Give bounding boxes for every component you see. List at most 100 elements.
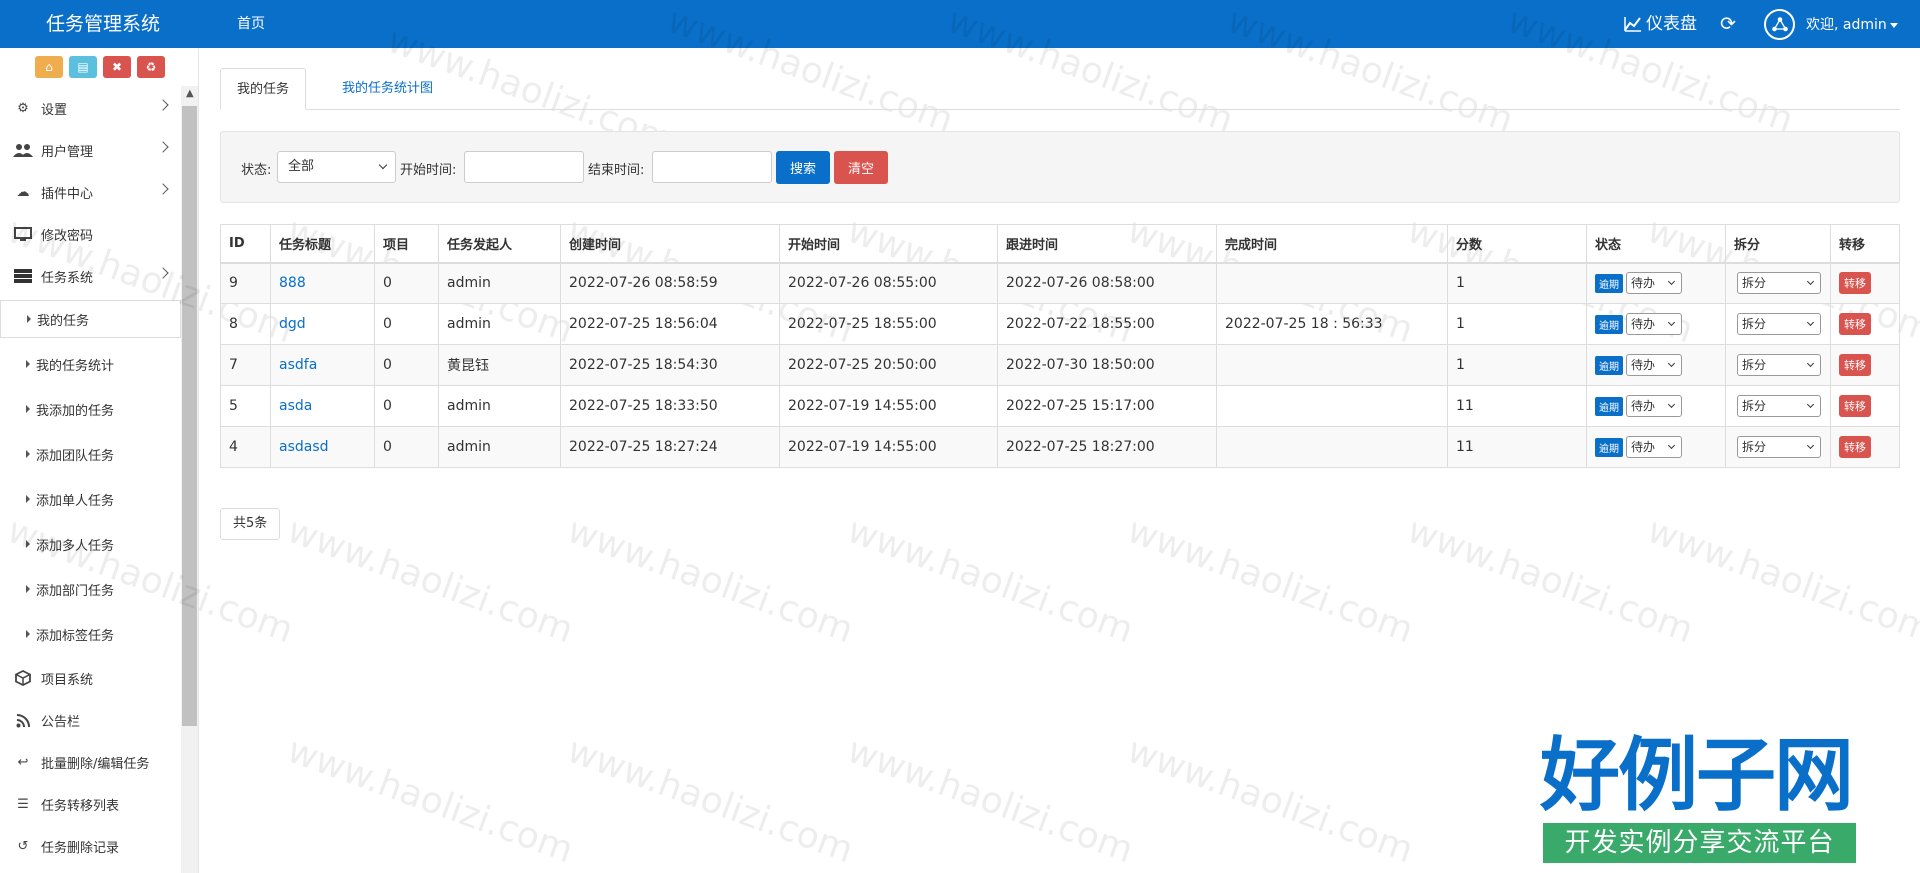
undo-icon: ↺ xyxy=(17,838,29,854)
welcome-text: 欢迎, admin xyxy=(1806,17,1887,33)
desktop-icon xyxy=(12,226,34,242)
sidebar-item-projects[interactable]: 项目系统 xyxy=(0,659,181,697)
status-select-value: 全部 xyxy=(288,159,315,174)
transfer-button[interactable]: 转移 xyxy=(1839,354,1871,376)
status-dropdown[interactable]: 待办 xyxy=(1626,272,1682,295)
sidebar-item-settings[interactable]: ⚙ 设置 xyxy=(0,89,181,127)
sidebar-scroll-thumb[interactable] xyxy=(182,106,197,726)
sidebar-sub-my-stats[interactable]: 我的任务统计 xyxy=(0,345,181,383)
split-dropdown-value: 拆分 xyxy=(1742,358,1767,372)
end-time-label: 结束时间: xyxy=(588,163,645,178)
cell-done: 2022-07-25 18 : 56:33 xyxy=(1216,303,1448,345)
caret-right-icon xyxy=(27,315,31,323)
transfer-button[interactable]: 转移 xyxy=(1839,395,1871,417)
clear-button[interactable]: 清空 xyxy=(834,151,888,184)
sidebar-sub-team-task[interactable]: 添加团队任务 xyxy=(0,435,181,473)
status-dropdown[interactable]: 待办 xyxy=(1626,313,1682,335)
sidebar-sub-my-tasks[interactable]: 我的任务 xyxy=(0,300,181,338)
sidebar-item-transfer-list[interactable]: ☰ 任务转移列表 xyxy=(0,785,181,823)
split-dropdown[interactable]: 拆分 xyxy=(1737,395,1821,417)
status-dropdown[interactable]: 待办 xyxy=(1626,436,1682,458)
sidebar-item-batch-edit[interactable]: ↩ 批量删除/编辑任务 xyxy=(0,743,181,781)
sidebar-item-tasks[interactable]: 任务系统 xyxy=(0,257,181,295)
task-title-link[interactable]: asdfa xyxy=(279,357,317,373)
search-button[interactable]: 搜索 xyxy=(776,151,830,184)
recycle-icon[interactable]: ♻ xyxy=(137,56,165,78)
table-row: 8 dgd 0 admin 2022-07-25 18:56:04 2022-0… xyxy=(220,303,1900,345)
cell-created: 2022-07-25 18:33:50 xyxy=(560,385,780,427)
avatar[interactable] xyxy=(1764,9,1795,40)
sidebar-sub-tag-task[interactable]: 添加标签任务 xyxy=(0,615,181,653)
dashboard-link[interactable]: 仪表盘 xyxy=(1624,0,1697,48)
sidebar-item-label: 设置 xyxy=(41,102,68,118)
watermark: www.haolizi.com xyxy=(1642,509,1920,652)
sidebar-sub-single-task[interactable]: 添加单人任务 xyxy=(0,480,181,518)
watermark: www.haolizi.com xyxy=(842,509,1139,652)
top-navbar: 任务管理系统 首页 仪表盘 ⟳ 欢迎, admin xyxy=(0,0,1920,48)
cell-start: 2022-07-25 20:50:00 xyxy=(779,344,998,386)
end-time-input[interactable] xyxy=(652,151,772,183)
transfer-button[interactable]: 转移 xyxy=(1839,313,1871,335)
split-dropdown-value: 拆分 xyxy=(1742,317,1767,331)
total-count: 共5条 xyxy=(220,508,281,540)
sidebar-sub-multi-task[interactable]: 添加多人任务 xyxy=(0,525,181,563)
sidebar-item-password[interactable]: 修改密码 xyxy=(0,215,181,253)
tab-task-chart[interactable]: 我的任务统计图 xyxy=(326,68,449,110)
status-dropdown[interactable]: 待办 xyxy=(1626,354,1682,376)
split-dropdown-value: 拆分 xyxy=(1742,440,1767,454)
sidebar-sub-label: 我的任务 xyxy=(37,313,90,329)
cell-start: 2022-07-19 14:55:00 xyxy=(779,385,998,427)
transfer-button[interactable]: 转移 xyxy=(1839,272,1871,295)
cell-project: 0 xyxy=(374,303,439,345)
sidebar-sub-dept-task[interactable]: 添加部门任务 xyxy=(0,570,181,608)
watermark: www.haolizi.com xyxy=(1122,509,1419,652)
split-dropdown[interactable]: 拆分 xyxy=(1737,436,1821,458)
sidebar-sub-added-by-me[interactable]: 我添加的任务 xyxy=(0,390,181,428)
cell-follow: 2022-07-30 18:50:00 xyxy=(997,344,1217,386)
cell-done xyxy=(1216,385,1448,427)
cell-done xyxy=(1216,262,1448,304)
overdue-badge: 逾期 xyxy=(1595,355,1623,375)
split-dropdown[interactable]: 拆分 xyxy=(1737,313,1821,335)
sidebar-sub-label: 我的任务统计 xyxy=(36,358,115,374)
cell-score: 1 xyxy=(1447,262,1587,304)
split-dropdown[interactable]: 拆分 xyxy=(1737,354,1821,376)
sidebar-item-users[interactable]: 用户管理 xyxy=(0,131,181,169)
task-title-link[interactable]: dgd xyxy=(279,316,306,332)
cell-done xyxy=(1216,344,1448,386)
caret-right-icon xyxy=(26,405,30,413)
sidebar-item-notice[interactable]: 公告栏 xyxy=(0,701,181,739)
task-title-link[interactable]: asda xyxy=(279,398,312,414)
sidebar-item-delete-log[interactable]: ↺ 任务删除记录 xyxy=(0,827,181,865)
sidebar: ⌂ ▤ ✖ ♻ ⚙ 设置 用户管理 ☁ 插件中心 修改密码 任务系统 我的任务 … xyxy=(0,48,199,873)
home-link[interactable]: 首页 xyxy=(237,0,265,48)
task-title-link[interactable]: 888 xyxy=(279,275,306,291)
status-dropdown[interactable]: 待办 xyxy=(1626,395,1682,417)
th-follow: 跟进时间 xyxy=(997,224,1217,264)
tab-my-tasks[interactable]: 我的任务 xyxy=(220,68,307,110)
caret-right-icon xyxy=(26,630,30,638)
cell-follow: 2022-07-22 18:55:00 xyxy=(997,303,1217,345)
transfer-button[interactable]: 转移 xyxy=(1839,436,1871,458)
status-select[interactable]: 全部 xyxy=(277,151,396,183)
cell-initiator: 黄昆钰 xyxy=(438,344,561,386)
brand-title[interactable]: 任务管理系统 xyxy=(46,0,160,48)
chevron-right-icon xyxy=(157,183,169,195)
file-icon[interactable]: ▤ xyxy=(69,56,97,78)
start-time-input[interactable] xyxy=(464,151,584,183)
sidebar-item-plugins[interactable]: ☁ 插件中心 xyxy=(0,173,181,211)
home-icon[interactable]: ⌂ xyxy=(35,56,63,78)
rss-icon xyxy=(12,713,34,728)
share-icon xyxy=(1771,16,1788,31)
cell-score: 11 xyxy=(1447,385,1587,427)
trash-icon[interactable]: ✖ xyxy=(103,56,131,78)
watermark: www.haolizi.com xyxy=(1122,729,1419,872)
table-row: 4 asdasd 0 admin 2022-07-25 18:27:24 202… xyxy=(220,426,1900,468)
task-title-link[interactable]: asdasd xyxy=(279,439,329,455)
overdue-badge: 逾期 xyxy=(1595,437,1623,457)
split-dropdown[interactable]: 拆分 xyxy=(1737,272,1821,295)
user-menu[interactable]: 欢迎, admin xyxy=(1806,0,1898,50)
refresh-icon[interactable]: ⟳ xyxy=(1718,12,1738,36)
scroll-up-icon[interactable]: ▲ xyxy=(186,88,194,99)
chevron-right-icon xyxy=(157,141,169,153)
